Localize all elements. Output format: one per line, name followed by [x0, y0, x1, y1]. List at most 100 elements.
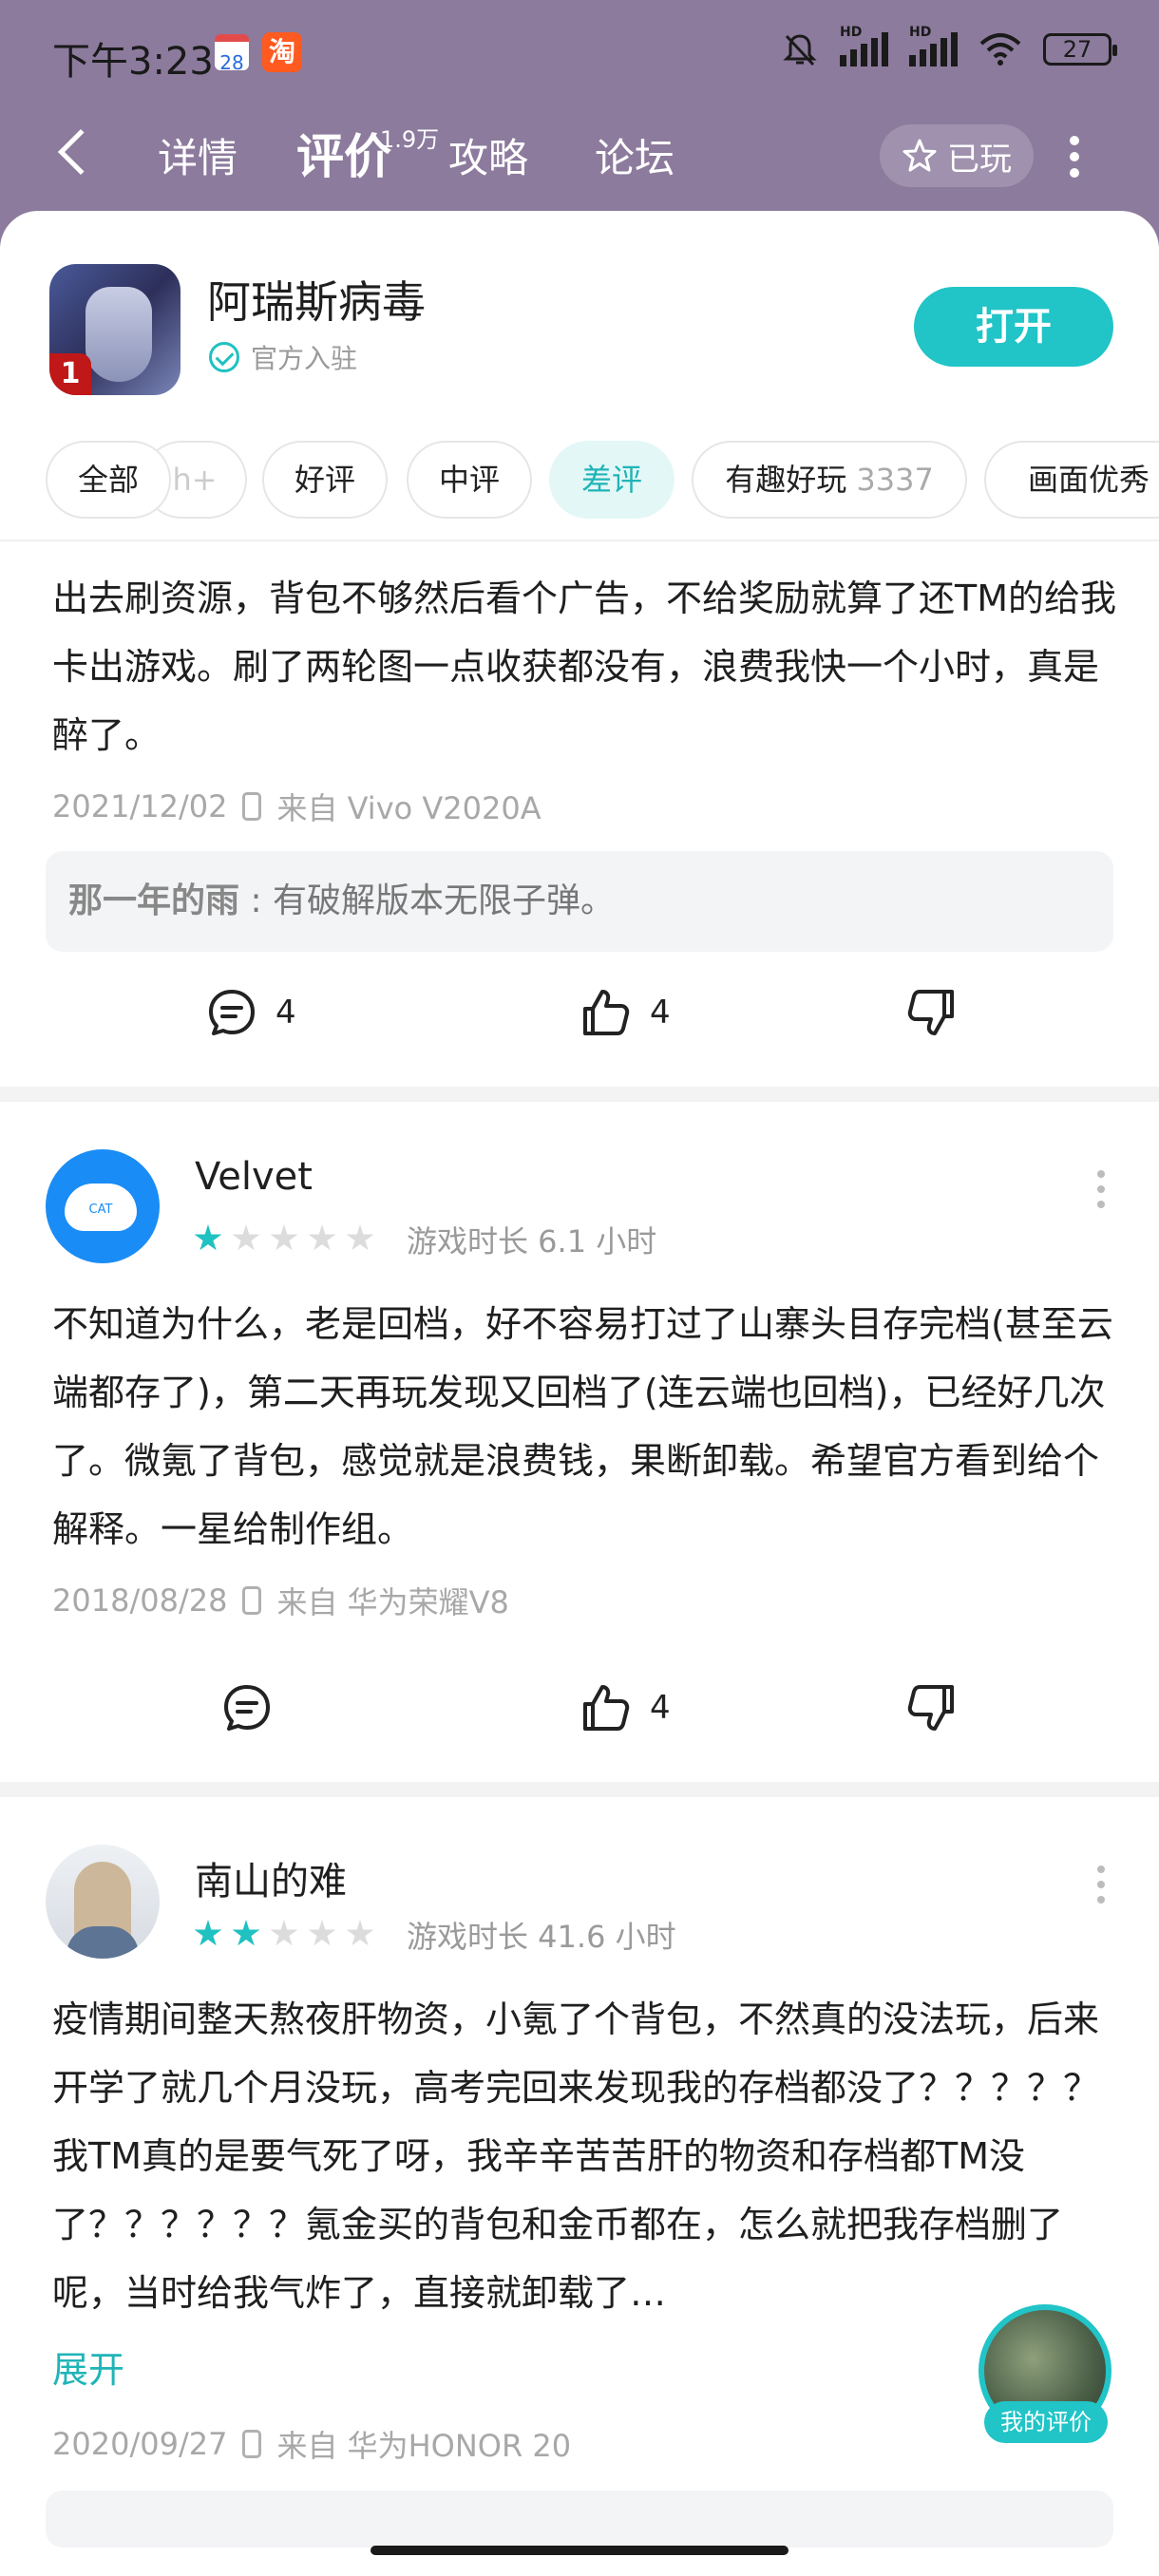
review-text: 不知道为什么，老是回档，好不容易打过了山寨头目存完档(甚至云端都存了)，第二天再…: [52, 1303, 1113, 1550]
cat-avatar-icon: CAT: [65, 1184, 137, 1231]
avatar[interactable]: CAT: [46, 1149, 160, 1263]
status-bar: 下午3:23 28 淘 HD HD 27: [0, 0, 1159, 104]
star-icon: [308, 1224, 336, 1251]
review-actions: 4: [0, 1681, 1159, 1748]
review-count: 1.9万: [380, 126, 440, 153]
chip-fun-label: 有趣好玩: [725, 462, 847, 498]
official-badge: 官方入驻: [209, 338, 357, 376]
comment-count: 4: [276, 994, 296, 1032]
filter-chips: h+ 全部 好评 中评 差评 有趣好玩 3337 画面优秀: [0, 441, 1159, 524]
phone-icon: [242, 792, 262, 821]
review-date: 2021/12/02: [52, 788, 228, 824]
like-button[interactable]: 4: [580, 986, 671, 1039]
star-rating: [194, 1224, 374, 1253]
chip-graphics[interactable]: 画面优秀: [984, 441, 1159, 519]
like-count: 4: [650, 994, 671, 1032]
playtime: 游戏时长 41.6 小时: [407, 1919, 676, 1955]
back-icon[interactable]: [57, 128, 104, 176]
tab-forum[interactable]: 论坛: [595, 126, 674, 184]
mute-bell-icon: [783, 34, 817, 66]
comment-icon: [209, 990, 255, 1035]
review-device: 来自 Vivo V2020A: [276, 790, 542, 826]
app-icon-badge: 1: [49, 353, 91, 395]
review-meta: 2020/09/27 来自 华为HONOR 20: [52, 2422, 571, 2466]
signal-icon: HD: [840, 25, 888, 66]
app-name: 阿瑞斯病毒: [207, 276, 426, 328]
review-device: 来自 华为荣耀V8: [276, 1584, 509, 1620]
star-icon: [194, 1920, 222, 1946]
reply-text: 有破解版本无限子弹。: [273, 881, 616, 920]
verified-check-icon: [209, 342, 239, 372]
thumbs-down-icon: [907, 990, 954, 1035]
star-outline-icon: [902, 139, 937, 172]
reply-preview[interactable]: 那一年的雨 : 有破解版本无限子弹。: [46, 851, 1113, 952]
official-label: 官方入驻: [251, 343, 358, 374]
review-actions: 4 4: [0, 986, 1159, 1052]
expand-link[interactable]: 展开: [52, 2340, 124, 2393]
reply-user: 那一年的雨: [68, 881, 240, 920]
chip-mid[interactable]: 中评: [407, 441, 532, 519]
review-meta: 2018/08/28 来自 华为荣耀V8: [52, 1579, 509, 1622]
thumbs-up-icon: [583, 1685, 630, 1731]
chip-fun[interactable]: 有趣好玩 3337: [692, 441, 967, 519]
review-more-icon[interactable]: [1097, 1866, 1107, 1911]
top-nav: 详情 评价 1.9万 攻略 论坛 已玩: [0, 109, 1159, 214]
chip-bad[interactable]: 差评: [549, 441, 674, 519]
review-device: 来自 华为HONOR 20: [276, 2428, 572, 2464]
review-separator: [0, 1782, 1159, 1797]
star-icon: [232, 1224, 260, 1251]
review-date: 2018/08/28: [52, 1582, 228, 1619]
star-icon: [346, 1224, 374, 1251]
review-separator: [0, 1087, 1159, 1102]
played-button[interactable]: 已玩: [880, 124, 1034, 187]
battery-icon: 27: [1043, 33, 1117, 66]
username[interactable]: Velvet: [195, 1155, 313, 1199]
comment-button[interactable]: 4: [205, 986, 296, 1039]
status-icons: HD HD 27: [781, 25, 1117, 68]
star-icon: [232, 1920, 260, 1946]
star-icon: [270, 1224, 298, 1251]
taobao-icon: 淘: [262, 32, 302, 72]
tab-reviews[interactable]: 评价: [296, 119, 391, 187]
star-rating: [194, 1920, 374, 1948]
review-meta: 2021/12/02 来自 Vivo V2020A: [52, 785, 542, 828]
review-date: 2020/09/27: [52, 2426, 228, 2462]
chip-all[interactable]: 全部: [46, 441, 171, 519]
review-more-icon[interactable]: [1097, 1170, 1107, 1216]
star-icon: [346, 1920, 374, 1946]
chip-fun-count: 3337: [856, 462, 934, 498]
like-button[interactable]: 4: [580, 1681, 671, 1734]
thumbs-down-icon: [907, 1685, 954, 1731]
comment-button[interactable]: [220, 1681, 274, 1734]
app-icon-figure: [86, 287, 152, 382]
review-text: 疫情期间整天熬夜肝物资，小氪了个背包，不然真的没法玩，后来开学了就几个月没玩，高…: [52, 1998, 1100, 2314]
star-icon: [308, 1920, 336, 1946]
signal-icon-2: HD: [909, 25, 958, 66]
played-label: 已玩: [947, 140, 1012, 179]
filter-divider: [0, 540, 1159, 541]
tab-details[interactable]: 详情: [158, 126, 238, 184]
phone-icon: [242, 1586, 262, 1615]
open-button[interactable]: 打开: [914, 287, 1113, 367]
review-text: 出去刷资源，背包不够然后看个广告，不给奖励就算了还TM的给我卡出游戏。刷了两轮图…: [52, 578, 1117, 756]
like-count: 4: [650, 1689, 671, 1727]
more-icon[interactable]: [1070, 136, 1081, 184]
dislike-button[interactable]: [904, 986, 958, 1039]
star-icon: [194, 1224, 222, 1251]
tab-guides[interactable]: 攻略: [448, 126, 528, 184]
phone-icon: [242, 2430, 262, 2458]
avatar[interactable]: [46, 1845, 160, 1959]
playtime: 游戏时长 6.1 小时: [407, 1223, 657, 1260]
star-icon: [270, 1920, 298, 1946]
reply-preview-partial[interactable]: [46, 2491, 1113, 2548]
thumbs-up-icon: [583, 990, 630, 1035]
chip-good[interactable]: 好评: [262, 441, 388, 519]
calendar-icon: 28: [215, 34, 249, 74]
status-time: 下午3:23: [52, 40, 214, 84]
wifi-icon: [979, 33, 1021, 66]
username[interactable]: 南山的难: [195, 1850, 347, 1905]
home-indicator[interactable]: [370, 2546, 788, 2555]
dislike-button[interactable]: [904, 1681, 958, 1734]
app-icon[interactable]: 1: [49, 264, 180, 395]
my-review-label[interactable]: 我的评价: [984, 2401, 1108, 2443]
